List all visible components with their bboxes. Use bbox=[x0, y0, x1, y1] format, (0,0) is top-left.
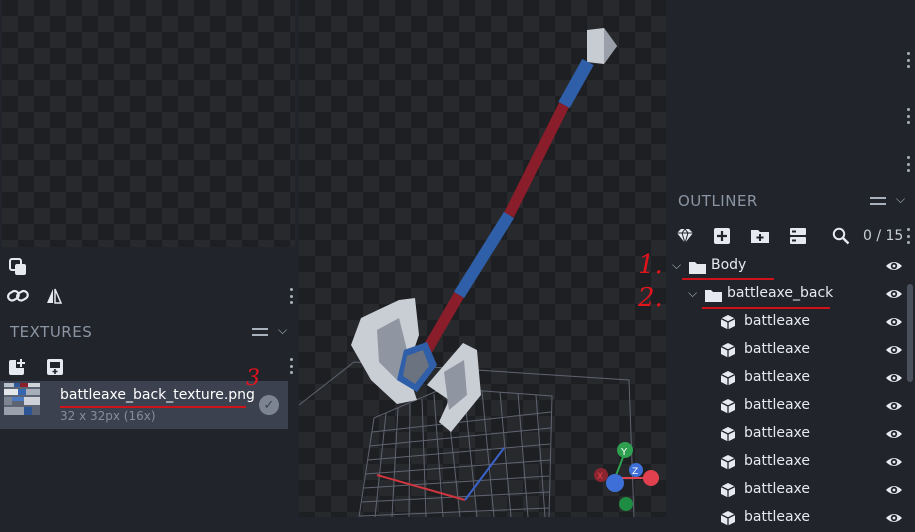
chevron-down-icon[interactable]: ⌵ bbox=[896, 192, 905, 207]
visibility-eye-icon[interactable] bbox=[885, 286, 903, 302]
outliner-group-battleaxe-back[interactable]: ⌵ battleaxe_back bbox=[667, 280, 907, 308]
visibility-eye-icon[interactable] bbox=[885, 510, 903, 526]
sort-icon[interactable] bbox=[786, 224, 810, 248]
outliner-cube[interactable]: battleaxe bbox=[667, 476, 907, 504]
visibility-eye-icon[interactable] bbox=[885, 370, 903, 386]
outliner-title: OUTLINER bbox=[678, 192, 758, 210]
textures-panel-header: TEXTURES ⌵ bbox=[0, 318, 296, 346]
mirror-icon[interactable] bbox=[42, 284, 66, 308]
left-panel: TEXTURES ⌵ battleaxe_back_texture.png 32… bbox=[0, 0, 296, 517]
link-icon[interactable] bbox=[6, 284, 30, 308]
visibility-eye-icon[interactable] bbox=[885, 482, 903, 498]
textures-title: TEXTURES bbox=[10, 323, 93, 341]
cube-icon bbox=[720, 314, 736, 334]
visibility-eye-icon[interactable] bbox=[885, 258, 903, 274]
panel-menu-3-icon[interactable] bbox=[905, 156, 911, 172]
expand-chevron-icon[interactable]: ⌵ bbox=[688, 286, 697, 301]
cube-label: battleaxe bbox=[744, 453, 810, 469]
outliner-group-body[interactable]: ⌵ Body bbox=[667, 252, 907, 280]
outliner-menu-icon[interactable] bbox=[870, 197, 886, 205]
cube-label: battleaxe bbox=[744, 509, 810, 525]
textures-menu-icon[interactable] bbox=[288, 358, 294, 374]
uv-menu-icon[interactable] bbox=[288, 288, 294, 304]
search-icon[interactable] bbox=[829, 224, 853, 248]
cube-label: battleaxe bbox=[744, 425, 810, 441]
uv-toolbar bbox=[0, 249, 296, 319]
annotation-2: 2. bbox=[638, 283, 663, 313]
cube-label: battleaxe bbox=[744, 397, 810, 413]
cube-icon bbox=[720, 482, 736, 502]
texture-size: 32 x 32px (16x) bbox=[60, 409, 156, 423]
outliner-cube[interactable]: battleaxe bbox=[667, 392, 907, 420]
outliner-scrollbar[interactable] bbox=[907, 284, 913, 382]
copy-uv-icon[interactable] bbox=[6, 255, 30, 279]
visibility-eye-icon[interactable] bbox=[885, 314, 903, 330]
panel-menu-2-icon[interactable] bbox=[905, 108, 911, 124]
viewport-scene: Y X Z bbox=[299, 28, 659, 517]
texture-list-item[interactable]: battleaxe_back_texture.png 32 x 32px (16… bbox=[0, 381, 288, 429]
annotation-3: 3 bbox=[246, 366, 260, 391]
outliner-toolbar-menu-icon[interactable] bbox=[905, 228, 911, 244]
visibility-eye-icon[interactable] bbox=[885, 342, 903, 358]
axis-gizmo: Y X Z bbox=[594, 442, 659, 511]
3d-viewport[interactable]: Y X Z bbox=[299, 0, 666, 517]
panel-menu-icon[interactable] bbox=[252, 328, 268, 336]
annotation-underline bbox=[60, 406, 246, 408]
cube-icon bbox=[720, 510, 736, 530]
visibility-eye-icon[interactable] bbox=[885, 398, 903, 414]
cube-label: battleaxe bbox=[744, 341, 810, 357]
outliner-cube[interactable]: battleaxe bbox=[667, 448, 907, 476]
cube-label: battleaxe bbox=[744, 313, 810, 329]
add-locator-icon[interactable] bbox=[673, 224, 697, 248]
svg-text:Y: Y bbox=[620, 447, 628, 458]
group-label: Body bbox=[711, 257, 747, 273]
folder-icon bbox=[689, 259, 706, 278]
cube-icon bbox=[720, 398, 736, 418]
svg-text:X: X bbox=[597, 472, 603, 482]
outliner-cube[interactable]: battleaxe bbox=[667, 308, 907, 336]
cube-icon bbox=[720, 426, 736, 446]
folder-icon bbox=[705, 287, 722, 306]
outliner-cube[interactable]: battleaxe bbox=[667, 420, 907, 448]
uv-editor-preview[interactable] bbox=[2, 0, 295, 247]
outliner-cube[interactable]: battleaxe bbox=[667, 336, 907, 364]
cube-label: battleaxe bbox=[744, 481, 810, 497]
outliner-cube[interactable]: battleaxe bbox=[667, 364, 907, 392]
texture-thumbnail bbox=[4, 383, 40, 415]
import-texture-icon[interactable] bbox=[6, 355, 30, 379]
svg-text:Z: Z bbox=[632, 467, 638, 477]
outliner-cube[interactable]: battleaxe bbox=[667, 504, 907, 532]
cube-label: battleaxe bbox=[744, 369, 810, 385]
expand-chevron-icon[interactable]: ⌵ bbox=[672, 258, 681, 273]
chevron-down-icon[interactable]: ⌵ bbox=[278, 323, 287, 338]
selection-count: 0 / 15 bbox=[863, 228, 904, 244]
texture-name: battleaxe_back_texture.png bbox=[60, 387, 255, 403]
cube-icon bbox=[720, 370, 736, 390]
add-group-icon[interactable] bbox=[748, 224, 772, 248]
cube-icon bbox=[720, 454, 736, 474]
add-cube-icon[interactable] bbox=[710, 224, 734, 248]
cube-icon bbox=[720, 342, 736, 362]
gizmo-neg-z bbox=[606, 474, 624, 492]
outliner-panel: OUTLINER ⌵ 0 / 15 ⌵ Body ⌵ battleaxe_bac… bbox=[667, 0, 915, 526]
create-texture-icon[interactable] bbox=[43, 355, 67, 379]
group-label: battleaxe_back bbox=[727, 285, 834, 301]
x-axis-line bbox=[376, 474, 466, 501]
panel-menu-1-icon[interactable] bbox=[905, 52, 911, 68]
visibility-eye-icon[interactable] bbox=[885, 454, 903, 470]
battleaxe-model bbox=[351, 28, 617, 432]
gizmo-neg-y bbox=[619, 497, 633, 511]
gizmo-x bbox=[643, 470, 659, 486]
annotation-1: 1. bbox=[638, 250, 663, 280]
visibility-eye-icon[interactable] bbox=[885, 426, 903, 442]
texture-applied-check-icon[interactable]: ✓ bbox=[259, 395, 279, 415]
